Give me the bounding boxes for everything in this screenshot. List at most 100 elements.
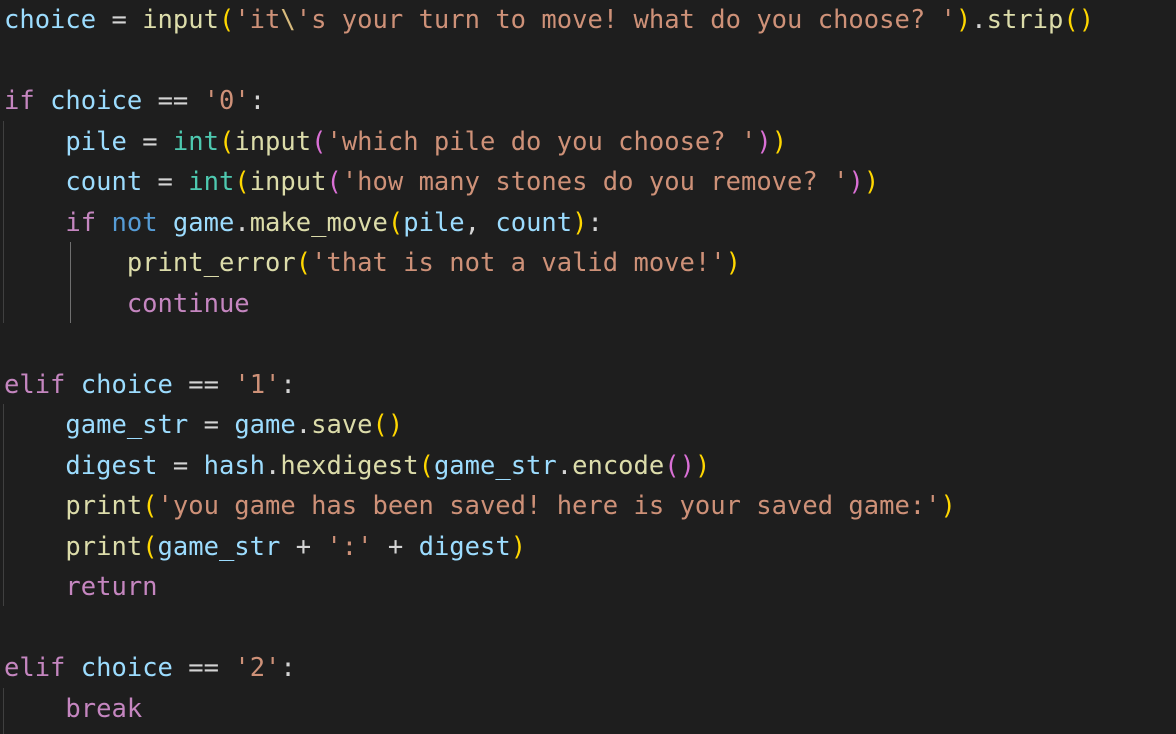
code-token: (	[234, 167, 250, 197]
code-token: not	[111, 207, 158, 238]
code-token: )	[572, 207, 588, 238]
code-token: '2'	[234, 653, 281, 683]
code-line[interactable]	[0, 608, 1176, 649]
code-token: +	[387, 531, 404, 562]
code-token: input	[249, 167, 327, 197]
code-line[interactable]: count = int(input('how many stones do yo…	[0, 162, 1176, 203]
code-token: pile	[403, 207, 465, 238]
code-lines-container: choice = input('it\'s your turn to move!…	[0, 0, 1176, 729]
code-token: ,	[464, 207, 481, 238]
code-token: pile	[65, 126, 127, 157]
code-line[interactable]: print('you game has been saved! here is …	[0, 486, 1176, 527]
code-token: =	[203, 410, 219, 440]
code-token: strip	[986, 5, 1064, 35]
code-token: .	[234, 207, 250, 238]
code-line[interactable]: return	[0, 567, 1176, 608]
code-token: print	[65, 531, 143, 562]
code-token: break	[65, 693, 143, 724]
code-token: =	[172, 450, 189, 481]
code-token: ==	[188, 369, 219, 400]
code-line[interactable]: elif choice == '2':	[0, 648, 1176, 689]
code-token: \	[280, 5, 296, 35]
code-token: (	[372, 410, 388, 440]
code-token: print_error	[126, 248, 296, 278]
code-token: digest	[418, 531, 511, 562]
code-line[interactable]: continue	[0, 284, 1176, 325]
code-token: game	[172, 207, 235, 238]
code-line[interactable]: choice = input('it\'s your turn to move!…	[0, 0, 1176, 41]
code-token: .	[295, 410, 312, 440]
code-token: count	[495, 207, 573, 238]
code-line[interactable]: digest = hash.hexdigest(game_str.encode(…	[0, 446, 1176, 487]
code-token: )	[940, 491, 956, 521]
code-token: )	[771, 126, 788, 157]
code-token: continue	[126, 288, 250, 319]
code-token: (	[295, 248, 312, 278]
code-token: 'how many stones do you remove? '	[341, 167, 849, 197]
code-token: )	[1078, 5, 1095, 35]
code-token: 'that is not a valid move!'	[311, 248, 726, 278]
code-line[interactable]	[0, 41, 1176, 82]
code-token: (	[218, 5, 235, 35]
code-token: return	[65, 572, 158, 602]
code-line[interactable]: elif choice == '1':	[0, 365, 1176, 406]
code-token: game_str	[433, 450, 557, 481]
code-token: =	[142, 126, 158, 157]
code-token: choice	[4, 5, 97, 35]
code-token: elif	[4, 653, 66, 683]
code-token: :	[280, 653, 296, 683]
code-token: elif	[4, 369, 66, 400]
code-token: .	[971, 5, 987, 35]
code-line[interactable]	[0, 324, 1176, 365]
code-token: (	[311, 126, 327, 157]
code-line[interactable]: game_str = game.save()	[0, 405, 1176, 446]
code-token: if	[4, 86, 35, 116]
code-token: digest	[65, 450, 158, 481]
code-editor[interactable]: choice = input('it\'s your turn to move!…	[0, 0, 1176, 734]
code-line[interactable]: print(game_str + ':' + digest)	[0, 527, 1176, 568]
code-line[interactable]: if not game.make_move(pile, count):	[0, 203, 1176, 244]
code-token: (	[664, 450, 680, 481]
code-line[interactable]: if choice == '0':	[0, 81, 1176, 122]
code-token: '1'	[234, 369, 281, 400]
code-token: )	[510, 531, 527, 562]
code-token: save	[311, 410, 373, 440]
code-token: )	[848, 167, 864, 197]
code-token: :	[280, 369, 296, 400]
code-line[interactable]: pile = int(input('which pile do you choo…	[0, 122, 1176, 163]
code-line[interactable]: break	[0, 689, 1176, 730]
code-token: make_move	[249, 207, 388, 238]
code-token: input	[142, 5, 219, 35]
code-token: :	[249, 86, 266, 116]
code-token: print	[65, 491, 143, 521]
code-token: int	[172, 126, 219, 157]
code-token: 'you game has been saved! here is your s…	[157, 491, 941, 521]
code-token: int	[188, 167, 235, 197]
code-token: if	[65, 207, 97, 238]
code-token: (	[418, 450, 434, 481]
code-token: )	[694, 450, 711, 481]
code-token: +	[295, 531, 312, 562]
code-token: 's your turn to move! what do you choose…	[295, 5, 956, 35]
code-line[interactable]: print_error('that is not a valid move!')	[0, 243, 1176, 284]
